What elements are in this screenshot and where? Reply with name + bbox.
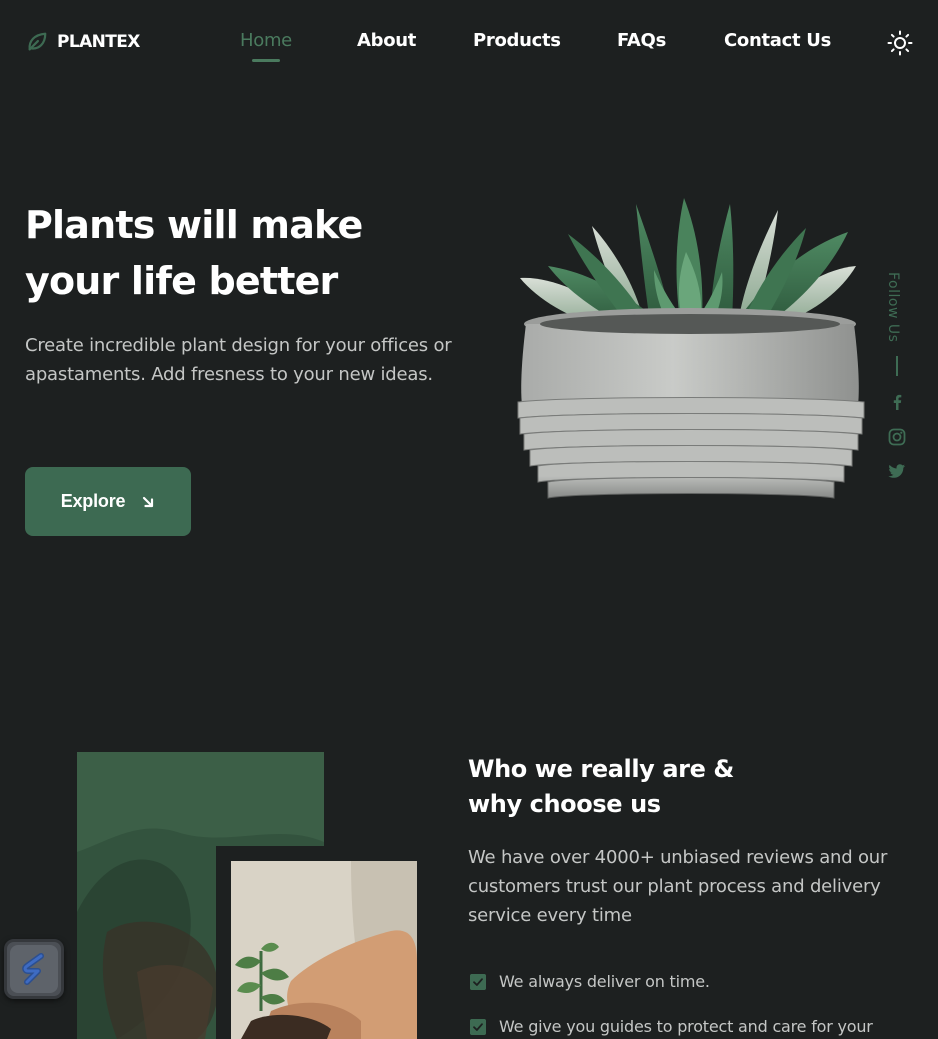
list-item: We give you guides to protect and care f… xyxy=(470,1013,920,1039)
nav-item-contact-us[interactable]: Contact Us xyxy=(724,30,831,51)
hero-description: Create incredible plant design for your … xyxy=(25,335,452,385)
main-nav: Home About Products FAQs Contact Us xyxy=(0,30,938,62)
widget-inner xyxy=(10,945,58,993)
sun-icon xyxy=(887,30,913,56)
theme-toggle-button[interactable] xyxy=(886,29,914,57)
nav-item-faqs[interactable]: FAQs xyxy=(617,30,666,51)
about-title: Who we really are & why choose us xyxy=(468,752,868,822)
list-item-text: We give you guides to protect and care f… xyxy=(499,1017,873,1036)
twitter-icon[interactable] xyxy=(888,462,906,480)
explore-button-label: Explore xyxy=(60,491,126,511)
checkbox-icon xyxy=(470,974,486,990)
list-item-text: We always deliver on time. xyxy=(499,972,710,991)
hero-title: Plants will make your life better xyxy=(25,197,465,309)
follow-us-label: Follow Us xyxy=(885,272,901,343)
nav-item-home[interactable]: Home xyxy=(240,30,292,62)
page: PLANTEX Home About Products FAQs Contact… xyxy=(0,0,938,1039)
list-item: We always deliver on time. xyxy=(470,968,920,1013)
hero-title-line-1: Plants will make xyxy=(25,203,363,247)
nav-item-about[interactable]: About xyxy=(357,30,416,51)
facebook-icon[interactable] xyxy=(888,393,906,411)
about-description: We have over 4000+ unbiased reviews and … xyxy=(468,847,888,926)
checkbox-icon xyxy=(470,1019,486,1035)
header: PLANTEX Home About Products FAQs Contact… xyxy=(0,0,938,84)
explore-button[interactable]: Explore xyxy=(25,467,191,536)
succulent-pot-image xyxy=(508,198,870,542)
widget-logo-icon xyxy=(22,953,44,985)
instagram-icon[interactable] xyxy=(888,428,906,446)
arrow-down-right-icon xyxy=(143,496,154,507)
about-title-line-1: Who we really are & xyxy=(468,755,734,783)
floating-widget-button[interactable] xyxy=(4,939,64,999)
about-title-line-2: why choose us xyxy=(468,790,661,818)
seedling-hands-image xyxy=(231,861,417,1039)
nav-item-products[interactable]: Products xyxy=(473,30,561,51)
social-sidebar: Follow Us xyxy=(883,272,911,487)
follow-divider xyxy=(896,356,898,376)
hero-title-line-2: your life better xyxy=(25,259,338,303)
feature-checklist: We always deliver on time. We give you g… xyxy=(470,968,920,1039)
